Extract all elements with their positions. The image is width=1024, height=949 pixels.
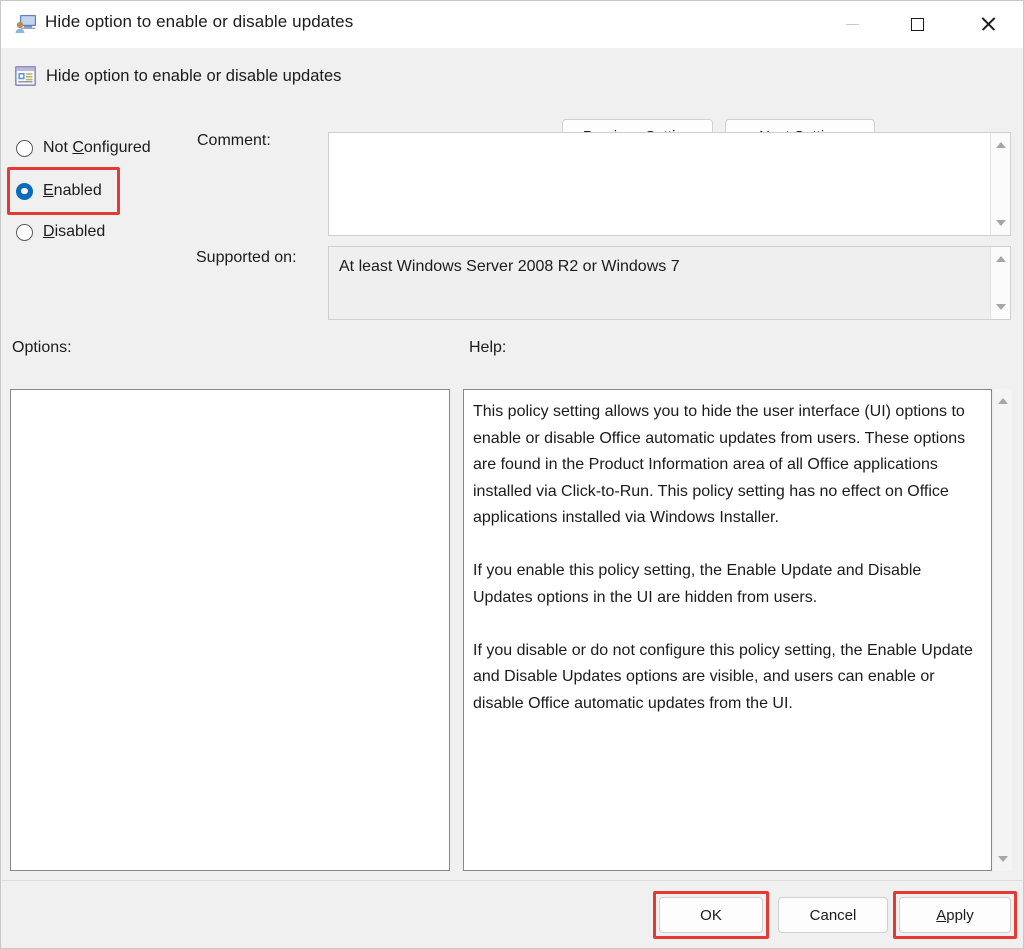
ok-button[interactable]: OK: [659, 897, 763, 933]
supported-on-label: Supported on:: [196, 249, 297, 266]
supported-on-value: At least Windows Server 2008 R2 or Windo…: [339, 258, 680, 275]
scroll-up-arrow-icon[interactable]: [995, 142, 1006, 148]
title-bar: Hide option to enable or disable updates: [1, 1, 1023, 49]
close-icon: [980, 16, 996, 32]
accel-char: E: [43, 182, 54, 199]
minimize-icon: [845, 23, 859, 25]
maximize-button[interactable]: [892, 1, 942, 47]
help-scrollbar[interactable]: [994, 389, 1012, 871]
group-policy-setting-dialog: Hide option to enable or disable updates…: [0, 0, 1024, 949]
radio-label: Disabled: [43, 223, 106, 240]
setting-name-heading: Hide option to enable or disable updates: [46, 67, 342, 85]
options-label: Options:: [12, 339, 72, 356]
radio-disabled[interactable]: Disabled: [16, 219, 105, 245]
apply-button[interactable]: Apply: [899, 897, 1011, 933]
supported-on-scrollbar[interactable]: [990, 247, 1010, 319]
policy-user-monitor-icon: [15, 15, 36, 33]
scroll-up-arrow-icon[interactable]: [995, 256, 1006, 262]
scroll-down-arrow-icon[interactable]: [995, 220, 1006, 226]
help-label: Help:: [469, 339, 507, 356]
scroll-down-arrow-icon[interactable]: [998, 856, 1008, 862]
radio-label: Enabled: [43, 182, 102, 199]
apply-label: Apply: [936, 906, 974, 924]
radio-label: Not Configured: [43, 139, 151, 156]
radio-indicator-selected: [16, 182, 33, 200]
scroll-down-arrow-icon[interactable]: [995, 304, 1006, 310]
accel-char: D: [43, 223, 55, 240]
comment-input[interactable]: [328, 132, 1011, 236]
supported-on-field: At least Windows Server 2008 R2 or Windo…: [328, 246, 1011, 320]
help-text: This policy setting allows you to hide t…: [473, 403, 973, 712]
accel-char: A: [936, 906, 947, 924]
minimize-button[interactable]: [827, 1, 877, 47]
help-panel: This policy setting allows you to hide t…: [463, 389, 992, 871]
window-title: Hide option to enable or disable updates: [45, 12, 354, 31]
radio-indicator: [16, 223, 33, 241]
maximize-icon: [910, 17, 924, 31]
comment-label: Comment:: [197, 132, 271, 149]
setting-header: Hide option to enable or disable updates…: [1, 48, 1023, 153]
radio-not-configured[interactable]: Not Configured: [16, 135, 151, 161]
accel-char: C: [72, 139, 84, 156]
ok-label: OK: [700, 906, 722, 924]
close-button[interactable]: [963, 1, 1013, 47]
options-panel[interactable]: [10, 389, 450, 871]
footer-divider: [2, 880, 1023, 881]
cancel-button[interactable]: Cancel: [778, 897, 888, 933]
radio-enabled[interactable]: Enabled: [16, 178, 102, 204]
scroll-up-arrow-icon[interactable]: [998, 398, 1008, 404]
cancel-label: Cancel: [809, 906, 857, 924]
policy-setting-icon: [15, 66, 36, 86]
radio-indicator: [16, 139, 33, 157]
comment-scrollbar[interactable]: [990, 133, 1010, 235]
